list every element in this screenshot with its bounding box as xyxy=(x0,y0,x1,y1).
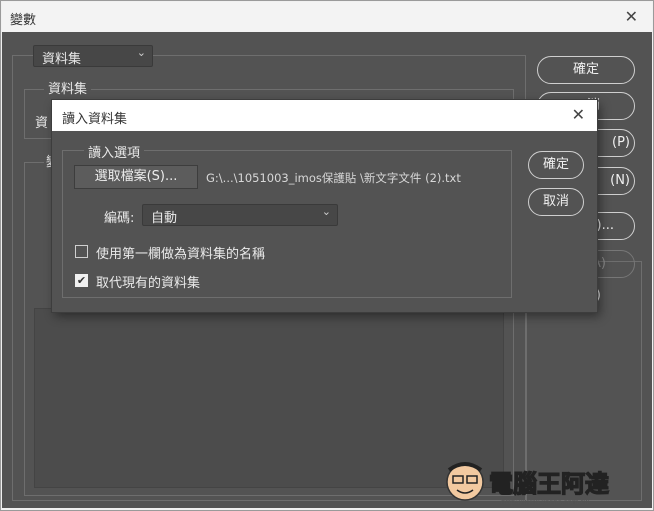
dialog-titlebar: 讀入資料集 ✕ xyxy=(52,100,597,131)
replace-dataset-checkbox[interactable]: ✔ xyxy=(75,274,88,287)
dataset-select-value: 資料集 xyxy=(42,52,82,67)
window-titlebar: 變數 ✕ xyxy=(2,2,652,32)
dataset-select[interactable]: 資料集 ⌄ xyxy=(33,45,153,67)
first-column-checkbox[interactable] xyxy=(75,245,88,258)
dialog-cancel-button[interactable]: 取消 xyxy=(528,188,584,216)
window-title: 變數 xyxy=(10,13,37,28)
watermark-logo: 電腦王阿達 http://www.kocpc.com.tw xyxy=(443,456,643,506)
dataset-group-label: 資料集 xyxy=(44,78,92,97)
watermark-text: 電腦王阿達 xyxy=(489,470,609,498)
watermark-url: http://www.kocpc.com.tw xyxy=(501,498,590,506)
replace-dataset-checkbox-label: 取代現有的資料集 xyxy=(96,276,201,291)
load-options-label: 讀入選項 xyxy=(84,142,145,161)
dialog-close-icon[interactable]: ✕ xyxy=(572,105,585,124)
dialog-ok-button[interactable]: 確定 xyxy=(528,151,584,179)
encoding-select-value: 自動 xyxy=(151,211,178,226)
first-column-checkbox-label: 使用第一欄做為資料集的名稱 xyxy=(96,247,266,262)
encoding-select[interactable]: 自動 ⌄ xyxy=(142,204,338,226)
window-close-icon[interactable]: ✕ xyxy=(625,7,638,26)
encoding-label: 編碼: xyxy=(104,211,135,226)
load-dataset-dialog: 讀入資料集 ✕ 讀入選項 選取檔案(S)... G:\...\1051003_i… xyxy=(52,100,597,312)
choose-file-button[interactable]: 選取檔案(S)... xyxy=(74,165,198,189)
dataset-partial-label: 資 xyxy=(35,116,49,131)
variables-list[interactable] xyxy=(34,308,504,488)
file-path-text: G:\...\1051003_imos保護貼 \新文字文件 (2).txt xyxy=(206,171,461,185)
chevron-down-icon: ⌄ xyxy=(136,46,146,59)
chevron-down-icon: ⌄ xyxy=(321,205,331,218)
variables-window: 變數 ✕ 資料集 ⌄ 資料集 資 變 確定 消 (P) (N) I)... A)… xyxy=(0,0,654,511)
ok-button[interactable]: 確定 xyxy=(537,56,635,84)
dialog-title: 讀入資料集 xyxy=(62,112,128,127)
